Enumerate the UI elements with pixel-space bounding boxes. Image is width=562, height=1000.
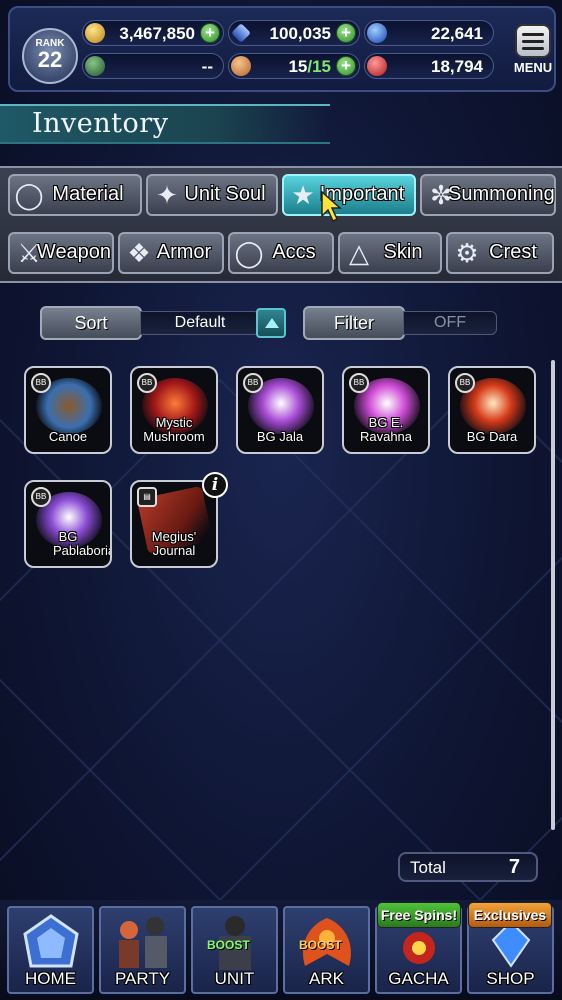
add-lapis-button[interactable]: + <box>336 23 356 43</box>
total-label: Total <box>410 858 446 877</box>
gil-counter: 3,467,850 + <box>82 20 224 46</box>
gacha-free-spins-ribbon: Free Spins! <box>377 902 461 928</box>
red-resource-value: 18,794 <box>431 57 483 76</box>
menu-label: MENU <box>513 60 553 75</box>
sort-value: Default <box>140 311 260 335</box>
nav-unit[interactable]: BOOST UNIT <box>191 906 278 994</box>
guild-value: -- <box>201 57 213 76</box>
blue-orb-icon <box>367 23 387 43</box>
stamina-current: 15 <box>288 57 308 76</box>
tab-skin[interactable]: △ Skin <box>338 232 442 274</box>
home-crest-icon <box>23 914 79 968</box>
item-name: BG Dara <box>466 429 518 444</box>
filter-label: Filter <box>303 306 405 340</box>
crest-icon: ⚙ <box>455 238 479 268</box>
stamina-counter: 15/15 + <box>228 53 360 79</box>
item-type-badge-icon: BB <box>31 373 51 393</box>
page-title: Inventory <box>32 108 169 139</box>
tab-unit-soul[interactable]: ✦ Unit Soul <box>146 174 278 216</box>
guild-emblem-icon <box>85 56 105 76</box>
unit-boost-tag: BOOST <box>207 938 250 952</box>
nav-ark[interactable]: BOOST ARK <box>283 906 370 994</box>
blue-resource-counter: 22,641 <box>364 20 494 46</box>
nav-label: UNIT <box>214 969 255 988</box>
item-type-badge-icon: BB <box>31 487 51 507</box>
red-gem-icon <box>367 56 387 76</box>
armor-icon: ❖ <box>127 238 151 268</box>
item-canoe[interactable]: BB Canoe <box>24 366 112 454</box>
item-name: BG Pablaboria <box>53 529 112 558</box>
lapis-counter: 100,035 + <box>228 20 360 46</box>
gil-icon <box>85 23 105 43</box>
tab-crest[interactable]: ⚙ Crest <box>446 232 554 274</box>
hanger-icon: △ <box>349 238 369 268</box>
lapis-value: 100,035 <box>269 24 331 43</box>
item-name: BG E. Ravahna <box>359 415 413 444</box>
summon-icon: ✼ <box>430 180 452 210</box>
ring-icon: ◯ <box>234 238 264 268</box>
book-badge-icon: ▤ <box>137 487 157 507</box>
add-stamina-button[interactable]: + <box>336 56 356 76</box>
filter-value: OFF <box>403 311 497 335</box>
item-type-badge-icon: BB <box>349 373 369 393</box>
nav-label: SHOP <box>486 969 535 988</box>
add-gil-button[interactable]: + <box>200 23 220 43</box>
sort-order-toggle[interactable] <box>256 308 286 338</box>
soul-icon: ✦ <box>156 180 178 210</box>
tab-accs[interactable]: ◯ Accs <box>228 232 334 274</box>
rank-value: 22 <box>37 47 63 72</box>
nav-party[interactable]: PARTY <box>99 906 186 994</box>
item-type-badge-icon: BB <box>455 373 475 393</box>
menu-button[interactable]: MENU <box>508 24 558 86</box>
ark-boost-tag: BOOST <box>299 938 342 952</box>
sword-icon: ⚔ <box>17 238 41 268</box>
item-name: Canoe <box>48 429 88 444</box>
bag-icon: ◯ <box>14 180 44 210</box>
star-icon: ★ <box>291 180 315 210</box>
guild-counter: -- <box>82 53 224 79</box>
stamina-icon <box>231 56 251 76</box>
tab-weapon[interactable]: ⚔ Weapon <box>8 232 114 274</box>
item-bg-dara[interactable]: BB BG Dara <box>448 366 536 454</box>
item-bg-pablaboria[interactable]: BB BG Pablaboria <box>24 480 112 568</box>
total-value: 7 <box>508 856 520 878</box>
sort-label: Sort <box>40 306 142 340</box>
top-status-bar: RANK 22 3,467,850 + 100,035 + 22,641 -- … <box>8 6 556 92</box>
item-name: Megius' Journal <box>151 529 197 558</box>
nav-home[interactable]: HOME <box>7 906 94 994</box>
nav-label: HOME <box>25 969 76 988</box>
item-name: Mystic Mushroom <box>143 415 205 444</box>
item-total: Total 7 <box>398 852 538 882</box>
item-name: BG Jala <box>256 429 304 444</box>
nav-label: PARTY <box>114 969 171 988</box>
page-title-banner: Inventory <box>0 104 330 144</box>
tab-important[interactable]: ★ Important <box>282 174 416 216</box>
red-resource-counter: 18,794 <box>364 53 494 79</box>
lapis-crystal-icon <box>231 23 251 43</box>
tab-summoning[interactable]: ✼ Summoning <box>420 174 556 216</box>
scrollbar[interactable] <box>551 360 555 830</box>
rank-badge[interactable]: RANK 22 <box>22 28 78 84</box>
stamina-value: 15/15 <box>288 57 331 77</box>
shop-exclusives-ribbon: Exclusives <box>468 902 552 928</box>
category-tabs: ◯ Material ✦ Unit Soul ★ Important ✼ Sum… <box>0 166 562 283</box>
pointer-cursor-icon <box>321 190 342 223</box>
filter-control[interactable]: Filter OFF <box>303 306 498 340</box>
party-characters-icon <box>119 917 167 968</box>
tab-material[interactable]: ◯ Material <box>8 174 142 216</box>
item-type-badge-icon: BB <box>243 373 263 393</box>
sort-control[interactable]: Sort Default <box>40 306 290 340</box>
info-icon[interactable]: i <box>202 472 228 498</box>
hamburger-icon <box>515 24 551 58</box>
item-mystic-mushroom[interactable]: BB Mystic Mushroom <box>130 366 218 454</box>
blue-resource-value: 22,641 <box>431 24 483 43</box>
nav-label: GACHA <box>388 969 449 988</box>
item-type-badge-icon: BB <box>137 373 157 393</box>
item-bg-e-ravahna[interactable]: BB BG E. Ravahna <box>342 366 430 454</box>
stamina-max: /15 <box>307 57 331 76</box>
item-bg-jala[interactable]: BB BG Jala <box>236 366 324 454</box>
tab-armor[interactable]: ❖ Armor <box>118 232 224 274</box>
nav-label: ARK <box>309 969 344 988</box>
gil-value: 3,467,850 <box>119 24 195 43</box>
